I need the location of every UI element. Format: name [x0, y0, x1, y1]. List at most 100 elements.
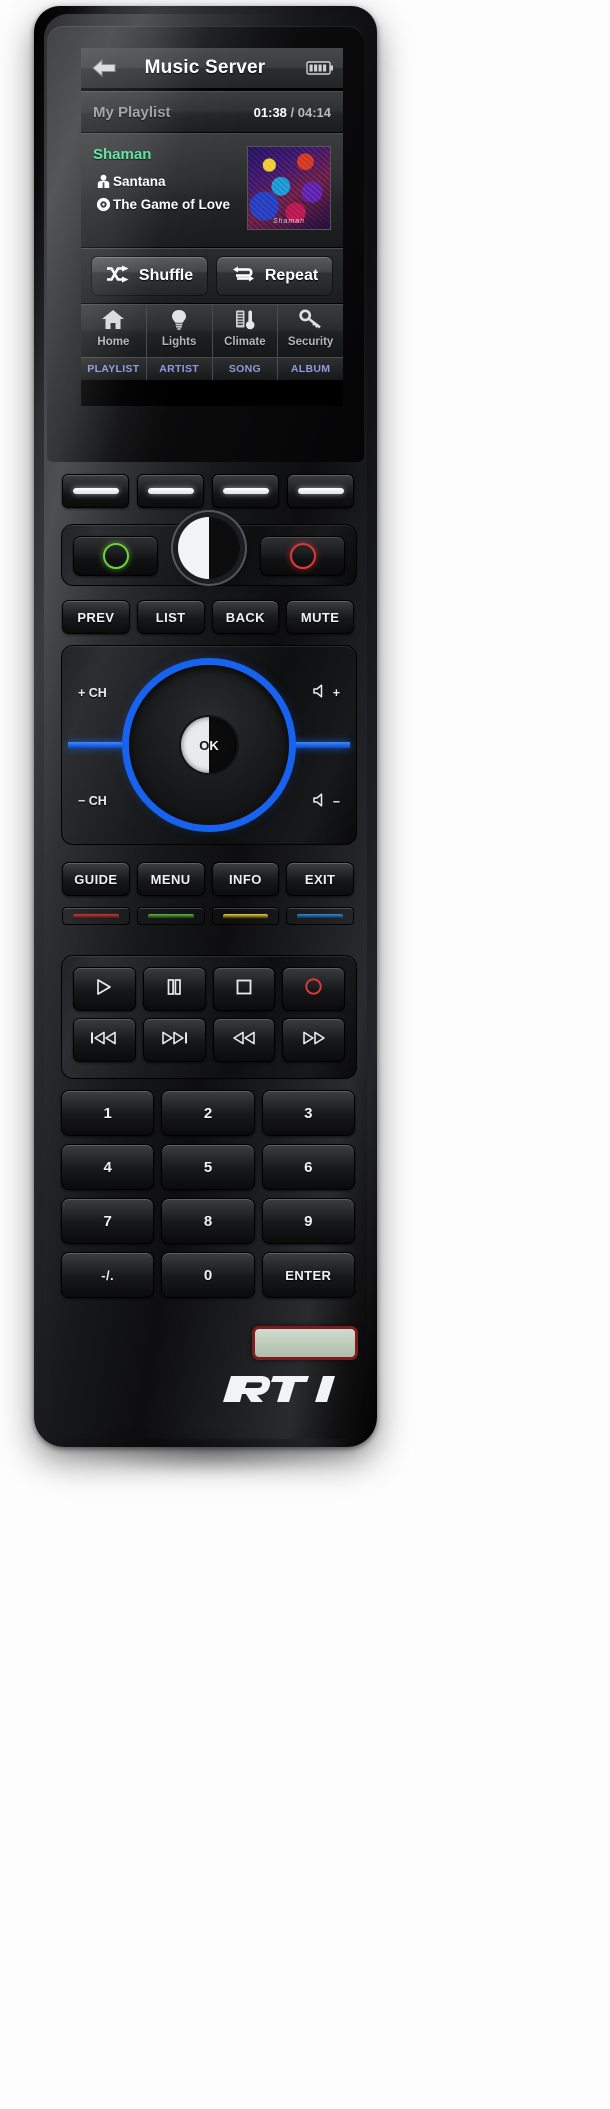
red-key[interactable]	[62, 907, 130, 925]
keypad-row-2: 4 5 6	[61, 1144, 355, 1190]
rewind-button[interactable]	[212, 1018, 276, 1062]
numeric-keypad: 1 2 3 4 5 6 7 8 9 -/. 0 ENTER	[61, 1090, 355, 1306]
tab-climate[interactable]: Climate	[213, 305, 279, 357]
left-ray	[68, 742, 132, 748]
now-playing-meta: Shaman Santana The Game of Love	[93, 144, 247, 247]
battery-icon	[297, 60, 343, 76]
thermometer-icon	[234, 309, 256, 335]
guide-menu-info-exit-row: GUIDE MENU INFO EXIT	[62, 862, 354, 896]
exit-button[interactable]: EXIT	[286, 862, 354, 896]
touchscreen[interactable]: Music Server My Playlist 01:38 / 04:14 S…	[81, 48, 343, 406]
power-panel	[61, 517, 357, 586]
sort-bar: PLAYLIST ARTIST SONG ALBUM	[81, 357, 343, 380]
jog-wheel[interactable]	[178, 517, 240, 579]
guide-button[interactable]: GUIDE	[62, 862, 130, 896]
key-4[interactable]: 4	[61, 1144, 155, 1190]
key-0[interactable]: 0	[161, 1252, 255, 1298]
tab-climate-label: Climate	[224, 336, 266, 348]
key-3[interactable]: 3	[261, 1090, 355, 1136]
yellow-key[interactable]	[211, 907, 280, 925]
playlist-name: My Playlist	[93, 103, 171, 121]
rewind-icon	[230, 1030, 258, 1051]
keypad-row-1: 1 2 3	[61, 1090, 355, 1136]
screen-titlebar: Music Server	[81, 48, 343, 89]
blue-key[interactable]	[286, 907, 354, 925]
info-button[interactable]: INFO	[211, 862, 280, 896]
fast-forward-button[interactable]	[282, 1018, 345, 1062]
tab-lights-label: Lights	[161, 336, 197, 348]
prev-button[interactable]: PREV	[62, 600, 130, 634]
ok-label: OK	[199, 737, 219, 753]
tab-home-label: Home	[97, 336, 130, 348]
now-playing-panel[interactable]: Shaman Santana The Game of Love Shaman	[81, 133, 343, 248]
key-2[interactable]: 2	[161, 1090, 255, 1136]
brand-logo	[215, 1368, 395, 1410]
playback-time: 01:38 / 04:14	[254, 105, 331, 120]
softkey-3[interactable]	[212, 474, 279, 508]
navigation-panel: OK + CH − CH + −	[61, 645, 357, 845]
ok-button[interactable]: OK	[181, 717, 237, 773]
album-art[interactable]: Shaman	[247, 146, 331, 230]
speaker-icon	[312, 793, 328, 810]
power-on-ring-icon	[102, 543, 129, 569]
track-line: The Game of Love	[93, 197, 247, 212]
tab-home[interactable]: Home	[81, 305, 147, 357]
softkey-1[interactable]	[62, 474, 129, 508]
playlist-status-row[interactable]: My Playlist 01:38 / 04:14	[81, 91, 343, 133]
channel-down-label: − CH	[78, 794, 107, 808]
volume-down-label: −	[312, 793, 340, 810]
person-icon	[93, 174, 113, 189]
key-1[interactable]: 1	[61, 1090, 155, 1136]
key-7[interactable]: 7	[61, 1198, 155, 1244]
track-title: The Game of Love	[113, 197, 231, 212]
sort-artist[interactable]: ARTIST	[147, 358, 213, 380]
skip-forward-button[interactable]	[142, 1018, 206, 1062]
green-key[interactable]	[136, 907, 205, 925]
key-6[interactable]: 6	[261, 1144, 355, 1190]
sort-playlist[interactable]: PLAYLIST	[81, 358, 147, 380]
play-button[interactable]	[73, 967, 136, 1011]
tab-security[interactable]: Security	[278, 305, 343, 357]
prev-list-back-mute-row: PREV LIST BACK MUTE	[62, 600, 354, 634]
shuffle-button[interactable]: Shuffle	[91, 256, 208, 296]
power-off-button[interactable]	[260, 536, 345, 576]
power-on-button[interactable]	[73, 536, 158, 576]
key-9[interactable]: 9	[261, 1198, 355, 1244]
shuffle-icon	[106, 265, 130, 288]
stop-button[interactable]	[212, 967, 276, 1011]
disc-icon	[93, 197, 113, 212]
mute-button[interactable]: MUTE	[286, 600, 354, 634]
sort-song[interactable]: SONG	[213, 358, 279, 380]
repeat-label: Repeat	[264, 267, 319, 284]
pause-button[interactable]	[142, 967, 206, 1011]
record-icon	[304, 977, 323, 1001]
tab-lights[interactable]: Lights	[147, 305, 213, 357]
skip-back-button[interactable]	[73, 1018, 136, 1062]
skip-back-icon	[89, 1030, 119, 1051]
key-8[interactable]: 8	[161, 1198, 255, 1244]
softkey-2[interactable]	[137, 474, 204, 508]
record-button[interactable]	[282, 967, 345, 1011]
key-5[interactable]: 5	[161, 1144, 255, 1190]
volume-down-sign: −	[332, 794, 340, 809]
page-title: Music Server	[144, 57, 266, 78]
softkey-row	[62, 474, 354, 508]
repeat-icon	[231, 265, 256, 288]
repeat-button[interactable]: Repeat	[216, 256, 333, 296]
key-icon	[298, 309, 323, 335]
softkey-4[interactable]	[287, 474, 354, 508]
album-art-caption: Shaman	[272, 218, 306, 225]
time-separator: /	[286, 104, 298, 120]
key-dash-dot[interactable]: -/.	[61, 1252, 155, 1298]
tab-security-label: Security	[287, 336, 334, 348]
artist-line: Santana	[93, 174, 247, 189]
sort-album[interactable]: ALBUM	[278, 358, 343, 380]
list-button[interactable]: LIST	[136, 600, 205, 634]
back-button[interactable]: BACK	[211, 600, 280, 634]
album-title: Shaman	[93, 146, 152, 163]
transport-panel	[61, 955, 357, 1079]
enter-button[interactable]: ENTER	[261, 1252, 355, 1298]
ir-window	[252, 1326, 358, 1360]
volume-up-sign: +	[332, 685, 340, 700]
menu-button[interactable]: MENU	[136, 862, 205, 896]
